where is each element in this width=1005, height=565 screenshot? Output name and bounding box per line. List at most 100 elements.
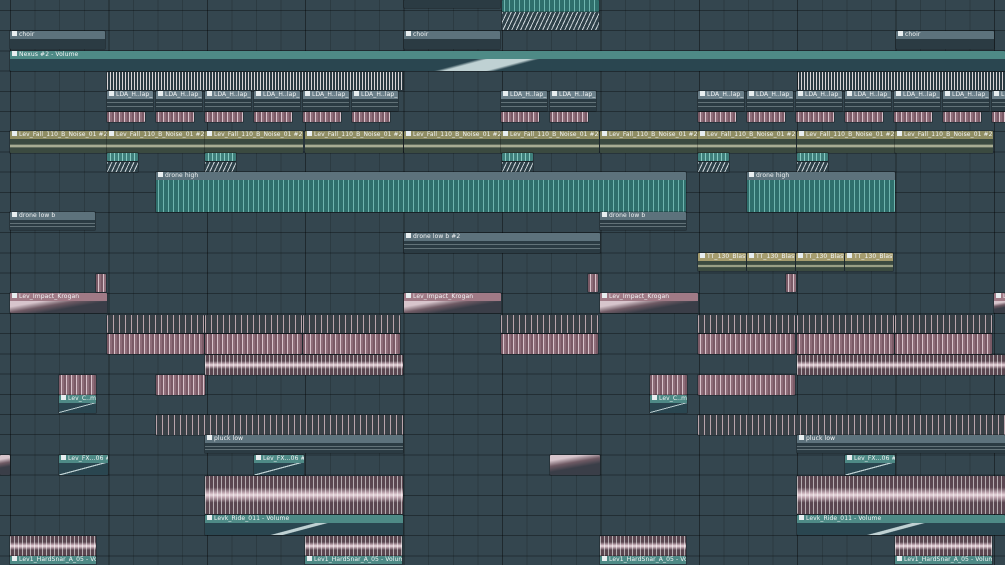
playlist-clip[interactable] bbox=[303, 315, 400, 333]
playlist-clip[interactable]: Lev_Fall_110_B_Noise_01 #2 bbox=[895, 131, 993, 153]
clip-header[interactable]: choir bbox=[896, 31, 994, 39]
clip-header[interactable]: LDA_H..lap_1 bbox=[747, 91, 793, 99]
playlist-clip[interactable] bbox=[895, 315, 992, 333]
playlist-clip[interactable] bbox=[501, 315, 598, 333]
playlist-clip[interactable] bbox=[96, 274, 106, 292]
playlist-clip[interactable]: Lev_FX...06 #2 bbox=[254, 455, 304, 475]
playlist-clip[interactable]: Lev_FX...06 #2 bbox=[59, 455, 108, 475]
playlist-clip[interactable]: LDA_H..lap_1 bbox=[845, 91, 891, 111]
playlist-clip[interactable] bbox=[992, 112, 1005, 122]
playlist-clip[interactable]: drone low b bbox=[600, 212, 686, 230]
playlist-clip[interactable] bbox=[205, 315, 302, 333]
playlist-clip[interactable] bbox=[501, 334, 598, 354]
clip-header[interactable]: Lev_Impact_Krogan bbox=[994, 293, 1005, 301]
playlist-clip[interactable]: Lev_Fall_110_B_Noise_01 #2 bbox=[107, 131, 205, 153]
playlist-clip[interactable]: Lev1_HardSnar_A_05 - Volume bbox=[10, 556, 96, 565]
clip-header[interactable]: LDA_H..lap_1 bbox=[156, 91, 202, 99]
playlist-clip[interactable] bbox=[698, 162, 729, 172]
clip-header[interactable]: drone high bbox=[747, 172, 895, 180]
clip-header[interactable]: Lev_FX...06 #2 bbox=[845, 455, 895, 463]
playlist-clip[interactable] bbox=[107, 334, 204, 354]
playlist-clip[interactable] bbox=[698, 375, 795, 395]
playlist-clip[interactable] bbox=[797, 153, 828, 161]
playlist-clip[interactable] bbox=[798, 72, 1005, 90]
playlist-clip[interactable]: pluck low bbox=[205, 435, 403, 453]
playlist-clip[interactable] bbox=[698, 315, 795, 333]
clip-header[interactable]: Lev_Fall_110_B_Noise_01 #2 bbox=[501, 131, 599, 139]
playlist-clip[interactable]: TT_130_Blasted bbox=[845, 253, 893, 271]
playlist-clip[interactable] bbox=[550, 112, 588, 122]
playlist-clip[interactable]: LDA_H..lap_1 bbox=[894, 91, 940, 111]
playlist-clip[interactable] bbox=[156, 375, 205, 395]
clip-header[interactable]: choir bbox=[404, 31, 500, 39]
playlist-clip[interactable]: LDA_H..lap_1 bbox=[796, 91, 842, 111]
playlist-clip[interactable] bbox=[254, 112, 292, 122]
playlist-clip[interactable] bbox=[797, 315, 894, 333]
playlist-clip[interactable]: LDA_H..lap_1 bbox=[501, 91, 547, 111]
clip-header[interactable]: Lev1_HardSnar_A_05 - Volume bbox=[895, 556, 992, 564]
playlist-clip[interactable]: drone low b #2 bbox=[404, 233, 600, 253]
playlist-clip[interactable] bbox=[107, 315, 204, 333]
clip-header[interactable]: Lev1_HardSnar_A_05 - Volume bbox=[305, 556, 402, 564]
clip-header[interactable]: pluck low bbox=[797, 435, 1005, 443]
playlist-clip[interactable] bbox=[205, 112, 243, 122]
playlist-clip[interactable] bbox=[786, 274, 796, 292]
playlist-clip[interactable]: LDA_H..lap_1 bbox=[747, 91, 793, 111]
playlist-clip[interactable]: Lev_C..me bbox=[650, 395, 687, 413]
clip-header[interactable]: LDA_H..lap_1 bbox=[303, 91, 349, 99]
clip-header[interactable]: Lev_Impact_Krogan bbox=[10, 293, 107, 301]
clip-header[interactable]: LDA_H..lap_1 bbox=[352, 91, 398, 99]
playlist-clip[interactable]: LDA_H..lap_1 bbox=[254, 91, 300, 111]
clip-header[interactable]: TT_130_Blasted bbox=[698, 253, 746, 261]
playlist-clip[interactable] bbox=[698, 153, 729, 161]
clip-header[interactable]: LDA_H..lap_1 bbox=[107, 91, 153, 99]
playlist-clip[interactable]: Levk_Ride_011 - Volume bbox=[205, 515, 403, 535]
clip-header[interactable]: Lev_Fall_110_B_Noise_01 #2 bbox=[797, 131, 895, 139]
playlist-clip[interactable] bbox=[205, 476, 403, 514]
playlist-clip[interactable]: TT_130_Blasted bbox=[747, 253, 795, 271]
playlist-clip[interactable] bbox=[156, 415, 403, 435]
playlist-clip[interactable]: drone low b bbox=[10, 212, 95, 230]
playlist-clip[interactable] bbox=[59, 375, 96, 395]
playlist-grid[interactable]: choir choir choir Nexus #2 - Volume LDA_H..l… bbox=[0, 0, 1005, 565]
clip-header[interactable]: TT_130_Blasted bbox=[747, 253, 795, 261]
playlist-clip[interactable] bbox=[404, 0, 500, 8]
clip-header[interactable]: LDA_H..lap_1 bbox=[845, 91, 891, 99]
playlist-clip[interactable]: Lev_Fall_110_B_Noise_01 #2 bbox=[10, 131, 108, 153]
playlist-clip[interactable]: LDA_H..lap_1 bbox=[156, 91, 202, 111]
clip-header[interactable]: Lev_Fall_110_B_Noise_01 #2 bbox=[404, 131, 502, 139]
playlist-clip[interactable] bbox=[747, 112, 785, 122]
playlist-clip[interactable]: Lev_Fall_110_B_Noise_01 #2 bbox=[205, 131, 303, 153]
playlist-clip[interactable]: TT_130_Blasted bbox=[796, 253, 844, 271]
clip-header[interactable]: Lev_Fall_110_B_Noise_01 #2 bbox=[698, 131, 796, 139]
playlist-clip[interactable] bbox=[107, 153, 138, 161]
playlist-clip[interactable] bbox=[205, 162, 236, 172]
clip-header[interactable]: drone low b #2 bbox=[404, 233, 600, 241]
playlist-clip[interactable]: LDA_H..lap_1 bbox=[992, 91, 1005, 111]
playlist-clip[interactable] bbox=[205, 355, 403, 375]
playlist-clip[interactable]: LDA_H..lap_1 bbox=[698, 91, 744, 111]
clip-header[interactable]: choir bbox=[10, 31, 105, 39]
playlist-clip[interactable] bbox=[156, 112, 194, 122]
clip-header[interactable]: LDA_H..lap_1 bbox=[205, 91, 251, 99]
playlist-clip[interactable] bbox=[502, 12, 599, 30]
playlist-clip[interactable] bbox=[588, 274, 598, 292]
playlist-clip[interactable] bbox=[501, 112, 539, 122]
playlist-clip[interactable]: Nexus #2 - Volume bbox=[10, 51, 1005, 71]
clip-header[interactable]: Lev1_HardSnar_A_05 - Volume bbox=[600, 556, 686, 564]
clip-header[interactable]: TT_130_Blasted bbox=[796, 253, 844, 261]
clip-header[interactable]: Lev_FX...06 #2 bbox=[59, 455, 108, 463]
playlist-clip[interactable] bbox=[305, 536, 402, 556]
playlist-clip[interactable]: Lev_Fall_110_B_Noise_01 #2 bbox=[501, 131, 599, 153]
playlist-clip[interactable]: Lev_Impact_Krogan bbox=[10, 293, 107, 313]
playlist-clip[interactable]: pluck low bbox=[797, 435, 1005, 453]
playlist-clip[interactable]: Lev_Fall_110_B_Noise_01 #2 bbox=[404, 131, 502, 153]
playlist-clip[interactable]: choir bbox=[10, 31, 105, 49]
playlist-clip[interactable]: choir bbox=[896, 31, 994, 49]
playlist-clip[interactable]: LDA_H..lap_1 bbox=[107, 91, 153, 111]
playlist-clip[interactable] bbox=[895, 536, 992, 556]
clip-header[interactable]: drone low b bbox=[600, 212, 686, 220]
playlist-clip[interactable]: TT_130_Blasted bbox=[698, 253, 746, 271]
playlist-clip[interactable] bbox=[107, 162, 138, 172]
playlist-clip[interactable] bbox=[797, 355, 1005, 375]
